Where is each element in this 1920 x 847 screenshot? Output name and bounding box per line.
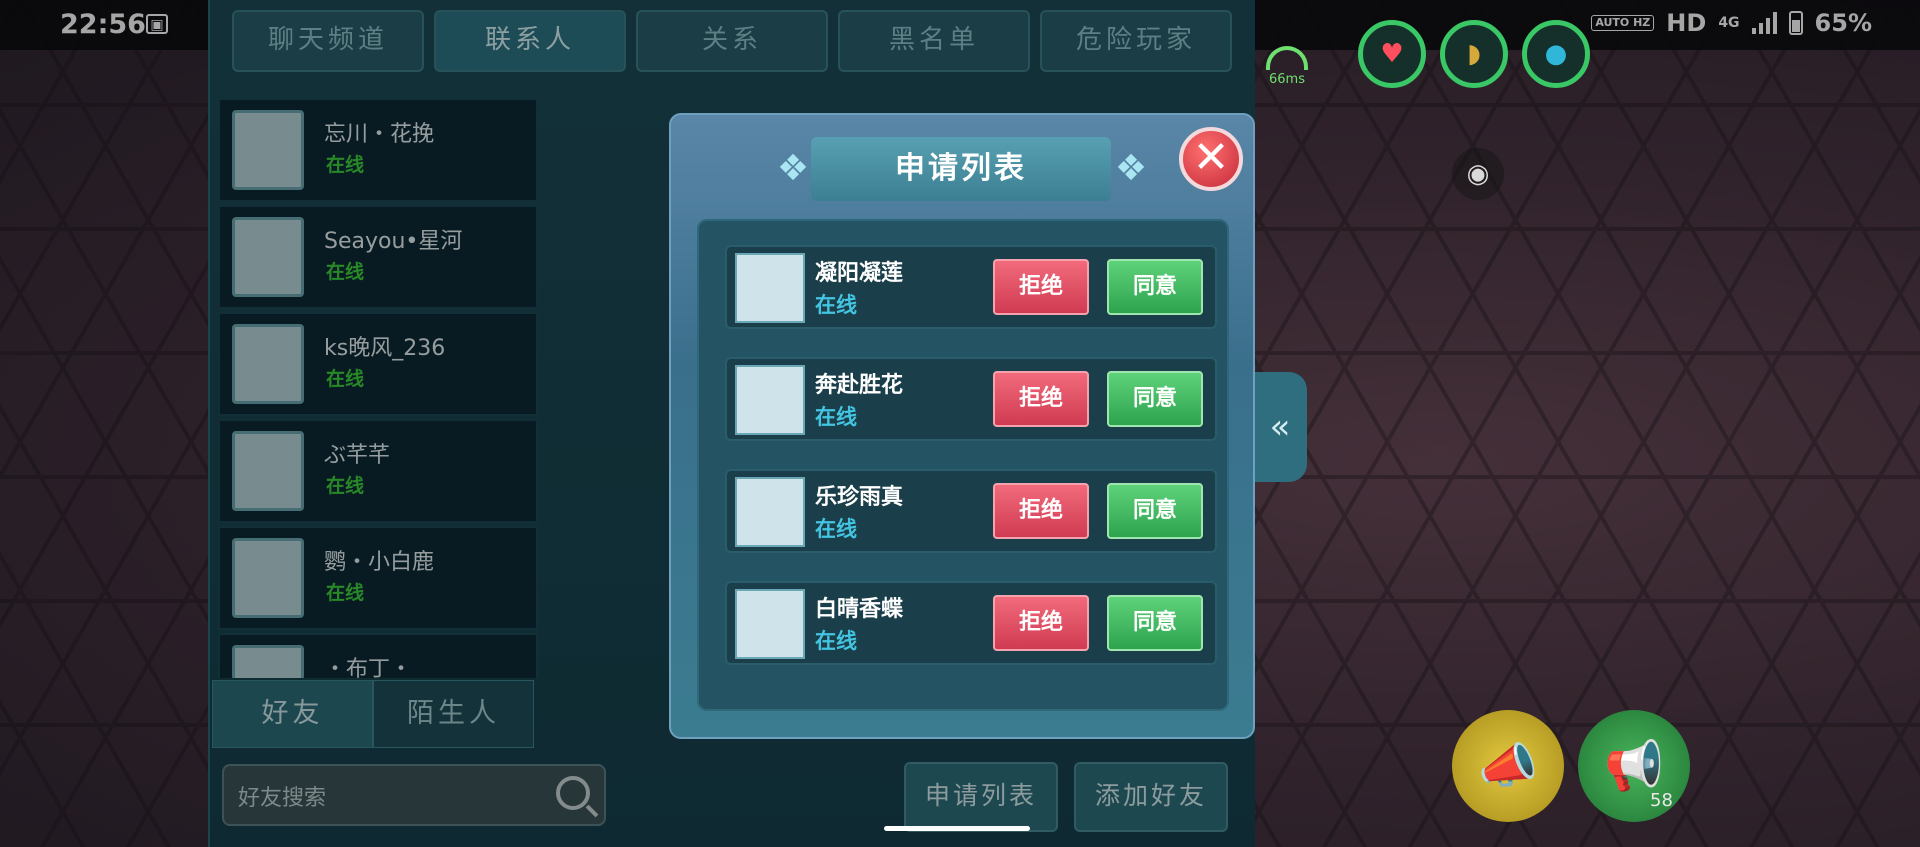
agree-button[interactable]: 同意 — [1107, 371, 1203, 427]
request-row: 乐珍雨真 在线 拒绝 同意 — [725, 469, 1217, 553]
request-name: 奔赴胜花 — [815, 373, 904, 398]
reject-button[interactable]: 拒绝 — [993, 371, 1089, 427]
ping-value: 66ms — [1269, 72, 1305, 87]
request-name: 乐珍雨真 — [815, 485, 904, 510]
wifi-icon — [1266, 46, 1308, 70]
reject-button[interactable]: 拒绝 — [993, 259, 1089, 315]
close-button[interactable]: ✕ — [1179, 127, 1243, 191]
request-list-dialog: ❖ 申请列表 ❖ ✕ 凝阳凝莲 在线 拒绝 同意 奔赴胜花 在线 拒绝 同意 乐… — [669, 113, 1255, 739]
agree-button[interactable]: 同意 — [1107, 595, 1203, 651]
loudspeaker-count: 58 — [1650, 790, 1673, 811]
eye-icon[interactable]: ◉ — [1452, 148, 1504, 200]
request-name: 凝阳凝莲 — [815, 261, 904, 286]
reject-button[interactable]: 拒绝 — [993, 595, 1089, 651]
request-status: 在线 — [815, 405, 857, 429]
request-row: 奔赴胜花 在线 拒绝 同意 — [725, 357, 1217, 441]
request-row: 白晴香蝶 在线 拒绝 同意 — [725, 581, 1217, 665]
water-gauge-icon: ● — [1522, 20, 1590, 88]
request-row: 凝阳凝莲 在线 拒绝 同意 — [725, 245, 1217, 329]
avatar — [735, 253, 805, 323]
ornament-left-icon: ❖ — [776, 148, 810, 189]
megaphone-icon[interactable]: 📣 — [1452, 710, 1564, 822]
avatar — [735, 589, 805, 659]
avatar — [735, 477, 805, 547]
request-status: 在线 — [815, 293, 857, 317]
agree-button[interactable]: 同意 — [1107, 259, 1203, 315]
dialog-title: 申请列表 — [811, 137, 1111, 201]
request-name: 白晴香蝶 — [815, 597, 904, 622]
home-indicator[interactable] — [884, 826, 1030, 831]
ping-indicator: 66ms — [1266, 46, 1308, 87]
request-status: 在线 — [815, 629, 857, 653]
agree-button[interactable]: 同意 — [1107, 483, 1203, 539]
request-list: 凝阳凝莲 在线 拒绝 同意 奔赴胜花 在线 拒绝 同意 乐珍雨真 在线 拒绝 同… — [697, 219, 1229, 711]
collapse-panel-button[interactable]: « — [1253, 372, 1307, 482]
avatar — [735, 365, 805, 435]
food-gauge-icon: ◗ — [1440, 20, 1508, 88]
health-gauge-icon: ♥ — [1358, 20, 1426, 88]
reject-button[interactable]: 拒绝 — [993, 483, 1089, 539]
ornament-right-icon: ❖ — [1114, 148, 1148, 189]
loudspeaker-icon[interactable]: 📢 — [1578, 710, 1690, 822]
request-status: 在线 — [815, 517, 857, 541]
